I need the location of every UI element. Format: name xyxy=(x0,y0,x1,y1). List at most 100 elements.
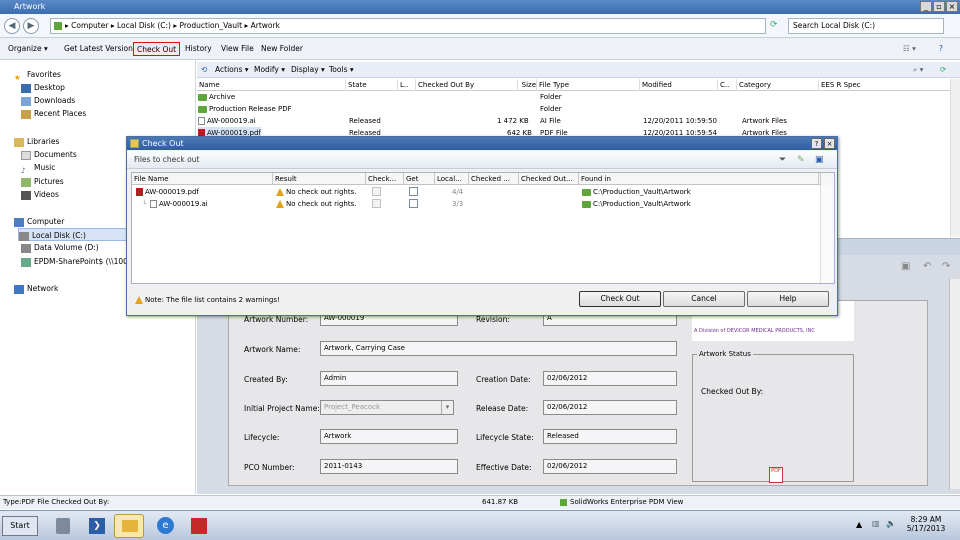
explorer-icon[interactable] xyxy=(114,514,144,538)
get-checkbox[interactable] xyxy=(409,187,418,196)
chevron-down-icon[interactable]: ▾ xyxy=(441,401,453,414)
get-checkbox[interactable] xyxy=(409,199,418,208)
save-icon[interactable]: ▣ xyxy=(901,261,910,272)
artwork-name-field[interactable]: Artwork, Carrying Case xyxy=(320,341,677,356)
start-button[interactable]: Start xyxy=(2,516,38,536)
breadcrumb-artwork[interactable]: Artwork xyxy=(251,21,280,30)
nav-favorites[interactable]: ★ Favorites xyxy=(14,68,61,82)
tray-volume-icon[interactable]: 🔈 xyxy=(886,519,896,528)
list-scrollbar[interactable] xyxy=(950,79,960,237)
breadcrumb-computer[interactable]: Computer xyxy=(71,21,108,30)
effective-date-field[interactable]: 02/06/2012 xyxy=(543,459,677,474)
table-row[interactable]: Production Release PDF Folder xyxy=(197,103,950,115)
created-by-field[interactable]: Admin xyxy=(320,371,458,386)
views-icon[interactable]: ☷ ▾ xyxy=(900,42,919,56)
nav-data-volume[interactable]: Data Volume (D:) xyxy=(21,241,99,254)
col-name[interactable]: Name xyxy=(197,79,346,91)
check-out-button[interactable]: Check Out xyxy=(133,42,181,56)
dialog-cancel-button[interactable]: Cancel xyxy=(663,291,745,307)
lifecycle-state-field[interactable]: Released xyxy=(543,429,677,444)
powershell-icon[interactable]: ❯ xyxy=(82,514,112,538)
col-state[interactable]: State xyxy=(346,79,398,91)
col-modified[interactable]: Modified xyxy=(640,79,718,91)
dcol-checked[interactable]: Checked ... xyxy=(469,173,519,185)
pco-number-field[interactable]: 2011-0143 xyxy=(320,459,458,474)
search-input[interactable]: Search Local Disk (C:) xyxy=(788,18,944,34)
breadcrumb-vault[interactable]: Production_Vault xyxy=(179,21,242,30)
col-ees-spec[interactable]: EES R Spec xyxy=(819,79,899,91)
col-c[interactable]: C.. xyxy=(718,79,737,91)
table-row[interactable]: AW-000019.ai Released 1 472 KB AI File 1… xyxy=(197,115,950,127)
close-button[interactable]: × xyxy=(946,1,958,12)
dialog-help-icon[interactable]: ? xyxy=(811,138,822,149)
get-latest-button[interactable]: Get Latest Version xyxy=(61,42,136,56)
lifecycle-field[interactable]: Artwork xyxy=(320,429,458,444)
dcol-found-in[interactable]: Found in xyxy=(579,173,819,185)
tray-network-icon[interactable]: ▥ xyxy=(872,519,880,528)
col-file-type[interactable]: File Type xyxy=(537,79,640,91)
col-lock[interactable]: L.. xyxy=(398,79,416,91)
check-out-checkbox[interactable] xyxy=(372,187,381,196)
release-date-field[interactable]: 02/06/2012 xyxy=(543,400,677,415)
new-folder-button[interactable]: New Folder xyxy=(258,42,306,56)
forward-icon[interactable]: ▶ xyxy=(23,18,39,34)
creation-date-field[interactable]: 02/06/2012 xyxy=(543,371,677,386)
nav-documents[interactable]: Documents xyxy=(21,148,77,161)
edit-icon[interactable]: ✎ xyxy=(797,151,805,169)
refresh-icon[interactable]: ⟲ xyxy=(201,62,207,78)
nav-recent[interactable]: Recent Places xyxy=(21,107,86,120)
nav-epdm[interactable]: EPDM-SharePoint$ (\\1001 xyxy=(21,255,133,268)
nav-network[interactable]: Network xyxy=(14,282,58,295)
dcol-check[interactable]: Check... xyxy=(366,173,404,185)
tray-expand-icon[interactable]: ▲ xyxy=(856,520,862,529)
back-icon[interactable]: ◀ xyxy=(4,18,20,34)
dcol-file-name[interactable]: File Name xyxy=(132,173,273,185)
dialog-help-button[interactable]: Help xyxy=(747,291,829,307)
filter-icon[interactable]: ⏷ xyxy=(779,151,786,169)
maximize-button[interactable]: ▫ xyxy=(933,1,945,12)
modify-menu[interactable]: Modify ▾ xyxy=(254,62,285,78)
dcol-get[interactable]: Get xyxy=(404,173,435,185)
table-row[interactable]: AW-000019.pdf No check out rights. 4/4 C… xyxy=(132,186,820,198)
dialog-check-out-button[interactable]: Check Out xyxy=(579,291,661,307)
actions-menu[interactable]: Actions ▾ xyxy=(215,62,249,78)
nav-computer[interactable]: Computer xyxy=(14,215,64,228)
refresh-icon[interactable]: ⟳ xyxy=(770,20,778,30)
nav-libraries[interactable]: Libraries xyxy=(14,135,59,148)
dcol-result[interactable]: Result xyxy=(273,173,366,185)
solidworks-icon[interactable] xyxy=(184,514,214,538)
history-button[interactable]: History xyxy=(182,42,215,56)
minimize-button[interactable]: _ xyxy=(920,1,932,12)
nav-downloads[interactable]: Downloads xyxy=(21,94,75,107)
organize-button[interactable]: Organize ▾ xyxy=(5,42,51,56)
grid-scrollbar[interactable] xyxy=(820,185,834,283)
tools-menu[interactable]: Tools ▾ xyxy=(329,62,354,78)
col-size[interactable]: Size xyxy=(518,79,537,91)
view-file-button[interactable]: View File xyxy=(218,42,257,56)
sync-icon[interactable]: ⟳ xyxy=(940,62,946,78)
col-category[interactable]: Category xyxy=(737,79,819,91)
nav-pictures[interactable]: Pictures xyxy=(21,175,64,188)
breadcrumb-local-disk[interactable]: Local Disk (C:) xyxy=(117,21,171,30)
server-manager-icon[interactable] xyxy=(48,514,78,538)
nav-videos[interactable]: Videos xyxy=(21,188,59,201)
save-icon[interactable]: ▣ xyxy=(815,151,824,169)
nav-local-disk[interactable]: Local Disk (C:) xyxy=(18,228,128,241)
table-row[interactable]: Archive Folder xyxy=(197,91,950,103)
dcol-checked-out[interactable]: Checked Out... xyxy=(519,173,579,185)
check-out-checkbox[interactable] xyxy=(372,199,381,208)
redo-icon[interactable]: ↷ xyxy=(942,261,950,272)
table-row[interactable]: └ AW-000019.ai No check out rights. 3/3 … xyxy=(132,198,820,210)
clock[interactable]: 8:29 AM 5/17/2013 xyxy=(902,515,950,533)
nav-music[interactable]: ♪ Music xyxy=(21,161,55,175)
help-icon[interactable]: ? xyxy=(936,42,946,56)
address-input[interactable]: ▸ Computer ▸ Local Disk (C:) ▸ Productio… xyxy=(50,18,766,34)
display-menu[interactable]: Display ▾ xyxy=(291,62,325,78)
col-checked-out-by[interactable]: Checked Out By xyxy=(416,79,518,91)
search-tool-icon[interactable]: ⌕ ▾ xyxy=(913,62,923,78)
undo-icon[interactable]: ↶ xyxy=(923,261,931,272)
dcol-local[interactable]: Local... xyxy=(435,173,469,185)
nav-desktop[interactable]: Desktop xyxy=(21,81,65,94)
dialog-close-button[interactable]: × xyxy=(824,138,835,149)
ie-icon[interactable]: e xyxy=(150,514,180,538)
